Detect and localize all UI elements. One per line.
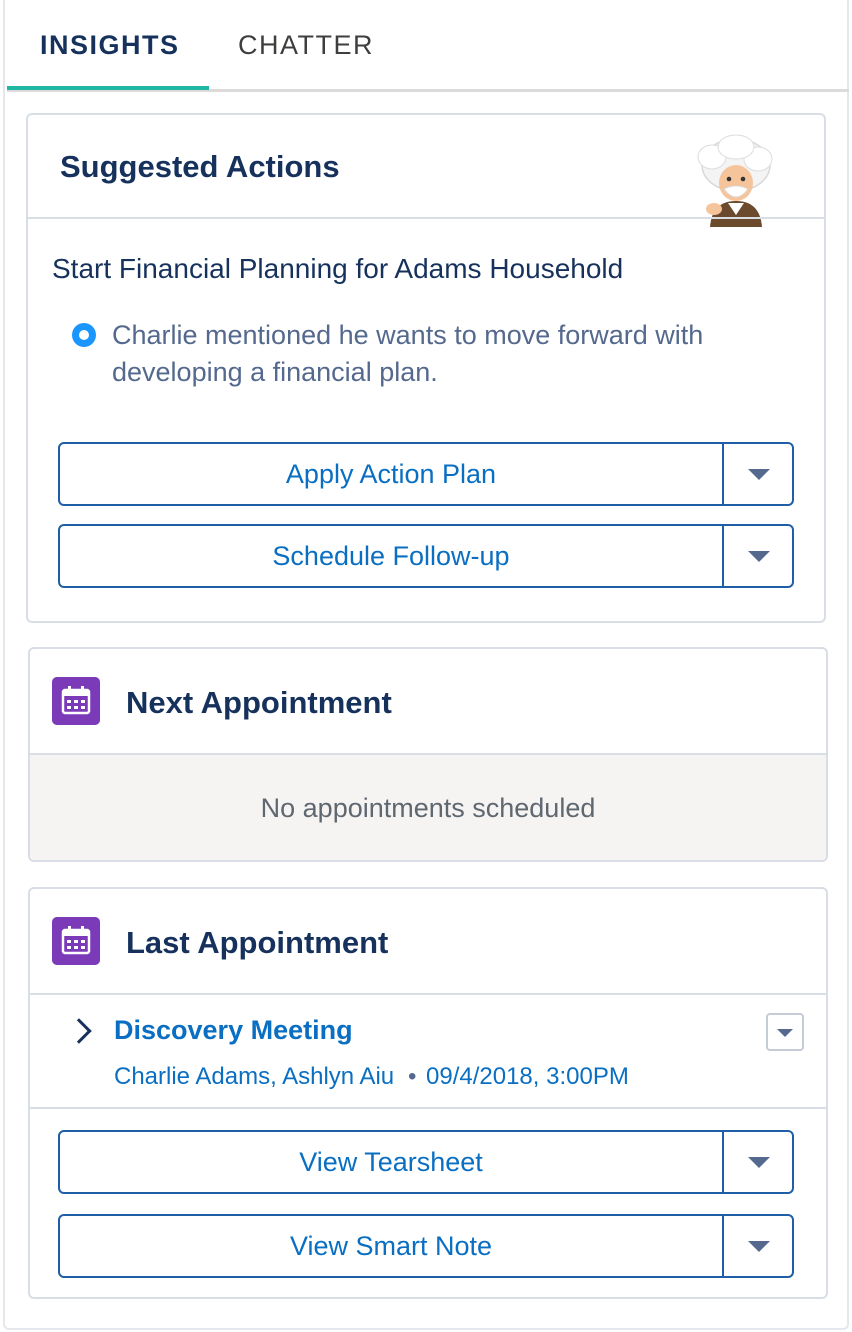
meeting-menu-button[interactable] (766, 1013, 804, 1051)
chevron-down-icon[interactable] (724, 444, 792, 504)
next-appointment-title: Next Appointment (126, 685, 392, 720)
empty-state-text: No appointments scheduled (260, 793, 596, 823)
meeting-title-link[interactable]: Discovery Meeting (114, 1015, 353, 1046)
view-tearsheet-button[interactable]: View Tearsheet (60, 1132, 722, 1192)
meeting-attendees-link[interactable]: Charlie Adams, Ashlyn Aiu (114, 1063, 394, 1091)
suggested-action-insight: Charlie mentioned he wants to move forwa… (112, 320, 704, 387)
suggested-actions-card: Suggested Actions Start Financial Planni… (26, 113, 826, 623)
last-appointment-card: Last Appointment Discovery Meeting Charl… (28, 887, 828, 1299)
calendar-icon (52, 677, 100, 725)
chevron-right-icon[interactable] (66, 1018, 92, 1044)
view-tearsheet-split-button: View Tearsheet (58, 1130, 794, 1194)
chevron-down-icon[interactable] (724, 1132, 792, 1192)
card-header-divider (30, 993, 826, 995)
chevron-down-icon[interactable] (724, 526, 792, 586)
tab-insights[interactable]: INSIGHTS (40, 30, 180, 61)
view-smart-note-split-button: View Smart Note (58, 1214, 794, 1278)
last-appointment-title: Last Appointment (126, 925, 389, 960)
insights-panel: INSIGHTS CHATTER Suggested Actions Start… (3, 0, 849, 1330)
next-appointment-body: No appointments scheduled (30, 755, 826, 860)
apply-action-plan-button[interactable]: Apply Action Plan (60, 444, 722, 504)
active-tab-indicator (7, 86, 209, 90)
card-header-divider (28, 217, 824, 219)
calendar-icon (52, 917, 100, 965)
tab-chatter[interactable]: CHATTER (238, 30, 374, 61)
schedule-follow-up-button[interactable]: Schedule Follow-up (60, 526, 722, 586)
suggested-action-heading: Start Financial Planning for Adams House… (52, 253, 624, 284)
insight-bullet-icon (72, 323, 96, 347)
einstein-avatar-icon (697, 134, 773, 227)
suggested-actions-title: Suggested Actions (60, 149, 340, 184)
meeting-datetime: 09/4/2018, 3:00PM (426, 1063, 629, 1090)
meeting-divider (30, 1107, 826, 1109)
meta-separator: • (408, 1063, 417, 1090)
schedule-follow-up-split-button: Schedule Follow-up (58, 524, 794, 588)
view-smart-note-button[interactable]: View Smart Note (60, 1216, 722, 1276)
tab-bar: INSIGHTS CHATTER (7, 0, 849, 92)
next-appointment-card: Next Appointment No appointments schedul… (28, 647, 828, 862)
apply-action-plan-split-button: Apply Action Plan (58, 442, 794, 506)
chevron-down-icon[interactable] (724, 1216, 792, 1276)
